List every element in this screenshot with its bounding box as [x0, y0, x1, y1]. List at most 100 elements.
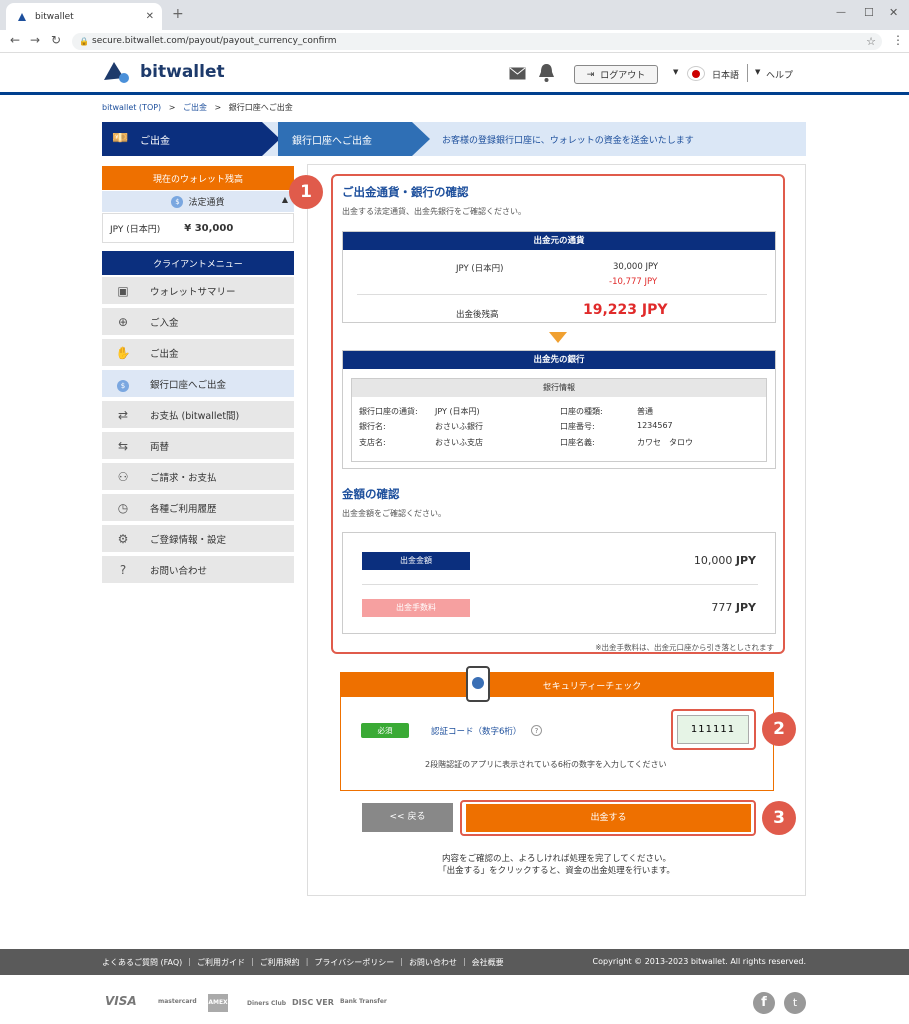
code-label: 認証コード（数字6桁）: [431, 727, 522, 737]
sidebar-item-withdraw[interactable]: ✋ ご出金: [102, 339, 294, 368]
maximize-icon[interactable]: ☐: [864, 6, 874, 19]
footer-link[interactable]: よくあるご質問 (FAQ): [102, 957, 182, 968]
sidebar-item-label: お問い合わせ: [150, 565, 208, 577]
confirm-subtitle: 出金する法定通貨、出金先銀行をご確認ください。: [342, 207, 526, 216]
source-minus: -10,777 JPY: [609, 277, 658, 287]
close-window-icon[interactable]: ✕: [889, 6, 898, 19]
security-code-input[interactable]: [677, 715, 749, 744]
unit: JPY: [735, 554, 756, 567]
withdraw-value: 10,000: [693, 554, 733, 567]
amex-logo: AMEX: [208, 994, 228, 1012]
footer-link[interactable]: 会社概要: [472, 957, 504, 968]
close-tab-icon[interactable]: ✕: [146, 11, 154, 22]
url-input[interactable]: 🔒 secure.bitwallet.com/payout/payout_cur…: [72, 33, 882, 50]
required-badge: 必須: [361, 723, 409, 738]
visa-logo: VISA: [105, 994, 137, 1008]
amount-subtitle: 出金金額をご確認ください。: [342, 509, 446, 518]
sidebar-item-billing[interactable]: ⚇ ご請求・お支払: [102, 463, 294, 492]
after-balance-label: 出金後残高: [456, 310, 499, 320]
withdraw-amount-badge: 出金金額: [362, 552, 470, 570]
logout-button[interactable]: ⇥ ログアウト: [574, 65, 658, 84]
help-circle-icon[interactable]: ?: [531, 725, 542, 736]
logo-text[interactable]: bitwallet: [140, 62, 225, 82]
reload-icon[interactable]: ↻: [51, 33, 61, 47]
back-button[interactable]: << 戻る: [362, 803, 453, 832]
fiat-currency-toggle[interactable]: $ 法定通貨 ▲: [102, 191, 294, 212]
breadcrumb-withdraw-link[interactable]: ご出金: [183, 103, 207, 112]
footer-link[interactable]: ご利用規約: [260, 957, 300, 968]
sidebar-item-deposit[interactable]: ⊕ ご入金: [102, 308, 294, 337]
copyright: Copyright © 2013-2023 bitwallet. All rig…: [592, 957, 806, 966]
balance-amount: ¥ 30,000: [184, 222, 234, 234]
bookmark-star-icon[interactable]: ☆: [866, 33, 876, 50]
language-dropdown-icon[interactable]: ▼: [673, 68, 678, 76]
exchange-icon: ⇆: [117, 439, 129, 453]
facebook-icon[interactable]: f: [753, 992, 775, 1014]
wallet-icon: ▣: [117, 284, 129, 298]
footer-bar: よくあるご質問 (FAQ) | ご利用ガイド | ご利用規約 | プライバシーポリシー…: [0, 949, 909, 975]
bank-info-header: 銀行情報: [352, 379, 766, 397]
footer-link[interactable]: プライバシーポリシー: [314, 957, 394, 968]
twitter-icon[interactable]: t: [784, 992, 806, 1014]
submit-button[interactable]: 出金する: [466, 804, 751, 832]
wallet-balance-header: 現在のウォレット残高: [102, 166, 294, 190]
footer-link[interactable]: ご利用ガイド: [197, 957, 245, 968]
bank-value: 1234567: [637, 421, 673, 430]
bank-key: 口座名義:: [560, 438, 595, 447]
sidebar-item-label: ご入金: [150, 317, 179, 329]
minimize-icon[interactable]: —: [836, 7, 846, 18]
unit: JPY: [735, 601, 756, 614]
action-note: 内容をご確認の上、よろしければ処理を完了してください。 「出金する」をクリックす…: [307, 853, 806, 877]
coin-icon: $: [115, 377, 131, 392]
arrow-down-icon: [549, 332, 567, 343]
sidebar-item-wallet-summary[interactable]: ▣ ウォレットサマリー: [102, 277, 294, 306]
bank-value: JPY (日本円): [435, 407, 480, 416]
sidebar-item-label: 銀行口座へご出金: [150, 379, 227, 391]
balance-row: JPY (日本円) ¥ 30,000: [102, 213, 294, 243]
source-currency: JPY (日本円): [456, 264, 504, 274]
phone-icon: [466, 666, 490, 702]
breadcrumb-top-link[interactable]: bitwallet (TOP): [102, 103, 161, 112]
sidebar-item-settings[interactable]: ⚙ ご登録情報・設定: [102, 525, 294, 554]
browser-menu-icon[interactable]: ⋮: [892, 33, 904, 47]
url-text: secure.bitwallet.com/payout/payout_curre…: [92, 36, 337, 46]
sidebar-item-label: 両替: [150, 441, 170, 453]
action-note-line2: 「出金する」をクリックすると、資金の出金処理を行います。: [438, 866, 675, 876]
notification-bell-icon[interactable]: [538, 63, 555, 83]
sidebar-item-exchange[interactable]: ⇆ 両替: [102, 432, 294, 461]
confirm-title: ご出金通貨・銀行の確認: [342, 185, 469, 199]
bank-key: 口座番号:: [560, 422, 595, 431]
coin-icon: $: [171, 195, 184, 208]
back-arrow-icon[interactable]: ←: [10, 33, 20, 47]
sidebar-item-payment[interactable]: ⇄ お支払 (bitwallet間): [102, 401, 294, 430]
after-balance-amount: 19,223 JPY: [583, 302, 668, 318]
browser-tab[interactable]: bitwallet ✕: [6, 3, 162, 30]
balance-currency: JPY (日本円): [110, 224, 161, 235]
help-link[interactable]: ヘルプ: [766, 68, 793, 81]
marker-1: 1: [289, 175, 323, 209]
action-note-line1: 内容をご確認の上、よろしければ処理を完了してください。: [442, 854, 671, 864]
mastercard-logo: mastercard: [158, 998, 197, 1005]
mail-icon[interactable]: [509, 67, 526, 80]
fee-value: 777 JPY: [711, 601, 756, 614]
sidebar-item-history[interactable]: ◷ 各種ご利用履歴: [102, 494, 294, 523]
bank-key: 口座の種類:: [560, 407, 603, 416]
sidebar-item-label: 各種ご利用履歴: [150, 503, 217, 515]
marker-3: 3: [762, 801, 796, 835]
breadcrumb-sep: >: [214, 103, 222, 112]
new-tab-icon[interactable]: +: [172, 6, 184, 22]
help-dropdown-icon[interactable]: ▼: [755, 68, 760, 76]
sidebar-item-bank-withdraw[interactable]: $ 銀行口座へご出金: [102, 370, 294, 399]
bitwallet-favicon-icon: [18, 12, 26, 21]
step1-label: ご出金: [140, 135, 170, 147]
bitwallet-logo-icon[interactable]: [102, 60, 132, 84]
amount-card: 出金金額 10,000 JPY 出金手数料 777 JPY: [342, 532, 776, 634]
step2-arrow: [412, 122, 430, 156]
footer-link[interactable]: お問い合わせ: [409, 957, 457, 968]
client-menu-header: クライアントメニュー: [102, 251, 294, 275]
forward-arrow-icon[interactable]: →: [30, 33, 40, 47]
source-amount: 30,000 JPY: [613, 262, 659, 272]
sidebar-item-contact[interactable]: ? お問い合わせ: [102, 556, 294, 585]
language-label[interactable]: 日本語: [712, 68, 739, 81]
fee-note: ※出金手数料は、出金元口座から引き落としされます: [595, 643, 774, 652]
